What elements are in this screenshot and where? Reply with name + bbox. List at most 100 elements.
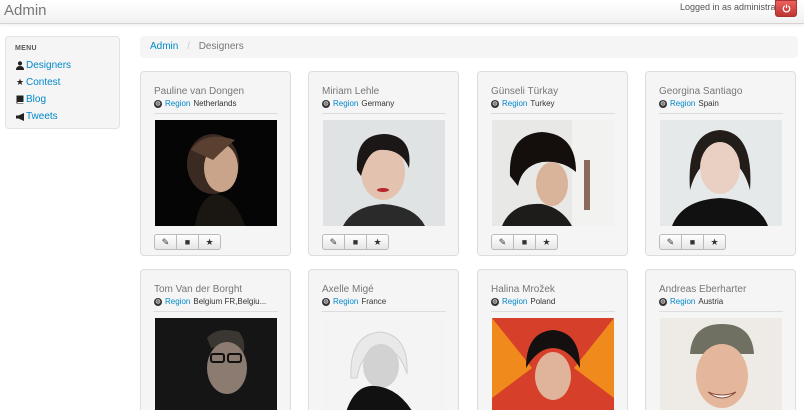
region-value: Germany xyxy=(361,99,395,108)
designer-name: Andreas Eberharter xyxy=(659,284,747,295)
star-button[interactable]: ★ xyxy=(366,234,389,250)
designer-photo[interactable] xyxy=(492,120,614,226)
logout-button[interactable] xyxy=(775,0,797,17)
designer-photo[interactable] xyxy=(323,318,445,410)
card-divider xyxy=(659,113,783,114)
designer-region: ◍ Region Poland xyxy=(491,297,555,306)
globe-icon: ◍ xyxy=(154,99,162,108)
designer-photo[interactable] xyxy=(660,318,782,410)
menu-header: MENU xyxy=(15,45,37,52)
region-value: Austria xyxy=(698,297,724,306)
sidebar-menu: MENU Designers ★ Contest Blog Tweets xyxy=(5,36,120,129)
designer-card: Günseli Türkay ◍ Region Turkey ✎ ■ ★ xyxy=(477,71,628,256)
designer-region: ◍ Region Belgium FR,Belgiu... xyxy=(154,297,266,306)
region-link[interactable]: Region xyxy=(333,297,358,306)
star-icon: ★ xyxy=(542,236,551,247)
book-icon: ■ xyxy=(521,237,528,247)
card-actions: ✎ ■ ★ xyxy=(322,234,389,250)
blog-button[interactable]: ■ xyxy=(513,234,536,250)
designer-name: Günseli Türkay xyxy=(491,86,559,97)
sidebar-item-tweets[interactable]: Tweets xyxy=(15,108,110,125)
designer-card: Pauline van Dongen ◍ Region Netherlands … xyxy=(140,71,291,256)
blog-button[interactable]: ■ xyxy=(176,234,199,250)
designer-region: ◍ Region Austria xyxy=(659,297,723,306)
top-navbar: Admin Logged in as administrator xyxy=(0,0,804,24)
designer-photo[interactable] xyxy=(323,120,445,226)
globe-icon: ◍ xyxy=(491,297,499,306)
designer-name: Miriam Lehle xyxy=(322,86,380,97)
breadcrumb-current: Designers xyxy=(198,41,244,52)
designer-photo[interactable] xyxy=(492,318,614,410)
brand-title[interactable]: Admin xyxy=(4,2,47,19)
edit-icon: ✎ xyxy=(329,236,338,247)
star-icon: ★ xyxy=(15,77,25,87)
star-icon: ★ xyxy=(205,236,214,247)
designer-card: Miriam Lehle ◍ Region Germany ✎ ■ ★ xyxy=(308,71,459,256)
book-icon xyxy=(15,95,25,104)
sidebar-item-label: Blog xyxy=(26,94,47,105)
bullhorn-icon xyxy=(15,112,25,121)
region-value: Spain xyxy=(698,99,719,108)
sidebar-item-label: Tweets xyxy=(26,111,58,122)
designer-region: ◍ Region France xyxy=(322,297,386,306)
blog-button[interactable]: ■ xyxy=(681,234,704,250)
designer-name: Pauline van Dongen xyxy=(154,86,245,97)
card-divider xyxy=(322,113,446,114)
edit-icon: ✎ xyxy=(498,236,507,247)
card-divider xyxy=(154,113,278,114)
designer-photo[interactable] xyxy=(155,318,277,410)
sidebar-item-label: Designers xyxy=(26,60,72,71)
globe-icon: ◍ xyxy=(322,99,330,108)
book-icon: ■ xyxy=(184,237,191,247)
sidebar-item-contest[interactable]: ★ Contest xyxy=(15,74,110,91)
star-button[interactable]: ★ xyxy=(535,234,558,250)
blog-button[interactable]: ■ xyxy=(344,234,367,250)
card-divider xyxy=(322,311,446,312)
designer-name: Georgina Santiago xyxy=(659,86,743,97)
designer-photo[interactable] xyxy=(155,120,277,226)
sidebar-item-label: Contest xyxy=(26,77,61,88)
star-icon: ★ xyxy=(373,236,382,247)
designer-name: Halina Mrožek xyxy=(491,284,555,295)
region-link[interactable]: Region xyxy=(502,99,527,108)
region-value: Netherlands xyxy=(193,99,237,108)
breadcrumb: Admin / Designers xyxy=(140,36,798,58)
card-divider xyxy=(659,311,783,312)
designer-card: Halina Mrožek ◍ Region Poland xyxy=(477,269,628,410)
designer-region: ◍ Region Germany xyxy=(322,99,394,108)
globe-icon: ◍ xyxy=(659,297,667,306)
region-value: Belgium FR,Belgiu... xyxy=(193,297,267,306)
globe-icon: ◍ xyxy=(659,99,667,108)
star-button[interactable]: ★ xyxy=(198,234,221,250)
edit-icon: ✎ xyxy=(161,236,170,247)
card-divider xyxy=(491,311,615,312)
card-divider xyxy=(154,311,278,312)
region-link[interactable]: Region xyxy=(165,297,190,306)
edit-button[interactable]: ✎ xyxy=(659,234,682,250)
sidebar-item-blog[interactable]: Blog xyxy=(15,91,110,108)
power-icon xyxy=(782,4,790,13)
card-actions: ✎ ■ ★ xyxy=(659,234,726,250)
card-actions: ✎ ■ ★ xyxy=(491,234,558,250)
region-link[interactable]: Region xyxy=(333,99,358,108)
region-link[interactable]: Region xyxy=(670,297,695,306)
edit-button[interactable]: ✎ xyxy=(154,234,177,250)
book-icon: ■ xyxy=(689,237,696,247)
designer-region: ◍ Region Spain xyxy=(659,99,719,108)
designer-name: Axelle Migé xyxy=(322,284,374,295)
user-icon xyxy=(15,61,25,70)
region-link[interactable]: Region xyxy=(165,99,190,108)
region-link[interactable]: Region xyxy=(502,297,527,306)
designer-region: ◍ Region Netherlands xyxy=(154,99,237,108)
designer-card: Axelle Migé ◍ Region France xyxy=(308,269,459,410)
designer-card: Andreas Eberharter ◍ Region Austria xyxy=(645,269,796,410)
edit-button[interactable]: ✎ xyxy=(491,234,514,250)
star-icon: ★ xyxy=(710,236,719,247)
globe-icon: ◍ xyxy=(491,99,499,108)
designer-photo[interactable] xyxy=(660,120,782,226)
star-button[interactable]: ★ xyxy=(703,234,726,250)
sidebar-item-designers[interactable]: Designers xyxy=(15,57,110,74)
breadcrumb-admin-link[interactable]: Admin xyxy=(150,41,178,52)
region-link[interactable]: Region xyxy=(670,99,695,108)
edit-button[interactable]: ✎ xyxy=(322,234,345,250)
